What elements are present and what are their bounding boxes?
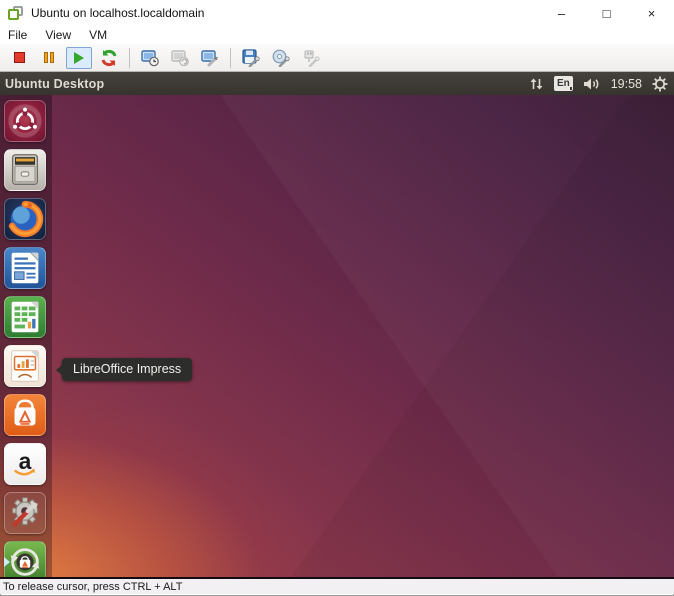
window-title: Ubuntu on localhost.localdomain [31,6,205,20]
launcher-item-software-updater[interactable] [4,541,46,577]
title-bar: Ubuntu on localhost.localdomain – □ × [0,0,674,26]
manage-snapshots-icon [201,49,218,66]
libreoffice-impress-icon [4,345,46,387]
vm-toolbar [0,44,674,72]
take-snapshot-button[interactable] [137,47,163,69]
take-snapshot-icon [141,49,159,66]
close-button[interactable]: × [629,0,674,26]
libreoffice-writer-icon [4,247,46,289]
unity-top-panel: Ubuntu Desktop En 19:58 [0,72,674,95]
power-off-button[interactable] [6,47,32,69]
software-updater-icon [4,541,46,577]
floppy-device-icon [242,48,260,67]
wallpaper-facet [0,95,674,577]
tooltip-text: LibreOffice Impress [73,362,182,376]
menu-bar: File View VM [0,26,674,44]
suspend-button[interactable] [36,47,62,69]
floppy-device-button[interactable] [238,47,264,69]
desktop-title: Ubuntu Desktop [5,76,105,91]
cd-device-icon [272,49,290,67]
revert-snapshot-button [167,47,193,69]
launcher-item-software-center[interactable] [4,394,46,436]
software-center-icon [4,394,46,436]
files-icon [4,149,46,191]
launcher-item-libreoffice-writer[interactable] [4,247,46,289]
suspend-icon [44,52,54,63]
launcher-item-files[interactable] [4,149,46,191]
launcher-item-amazon[interactable]: a [4,443,46,485]
reset-button[interactable] [96,47,122,69]
libreoffice-calc-icon [4,296,46,338]
session-gear-icon[interactable] [652,76,668,92]
running-indicator-arrow [4,557,10,567]
power-off-icon [13,52,25,63]
menu-vm[interactable]: VM [89,28,107,42]
unity-launcher: a [0,95,52,577]
revert-snapshot-icon [171,49,189,66]
clock[interactable]: 19:58 [611,77,642,91]
reset-icon [101,49,117,66]
status-bar: To release cursor, press CTRL + ALT [0,579,674,594]
usb-device-icon [304,49,320,67]
launcher-item-system-settings[interactable] [4,492,46,534]
manage-snapshots-button[interactable] [197,47,223,69]
launcher-tooltip: LibreOffice Impress [55,358,193,381]
minimize-button[interactable]: – [539,0,584,26]
vmware-app-icon [8,5,24,21]
cd-device-button[interactable] [268,47,294,69]
network-arrows-icon[interactable] [529,77,544,91]
menu-view[interactable]: View [45,28,71,42]
launcher-item-firefox[interactable] [4,198,46,240]
launcher-item-dash-home[interactable] [4,100,46,142]
usb-device-button [298,47,324,69]
ubuntu-dash-icon [4,100,46,142]
power-on-icon [74,51,84,64]
launcher-item-libreoffice-impress[interactable] [4,345,46,387]
firefox-icon [4,198,46,240]
power-on-button[interactable] [66,46,92,69]
status-message: To release cursor, press CTRL + ALT [3,580,183,593]
vmware-window: Ubuntu on localhost.localdomain – □ × Fi… [0,0,674,596]
maximize-button[interactable]: □ [584,0,629,26]
svg-text:a: a [19,448,32,474]
menu-file[interactable]: File [8,28,27,42]
amazon-icon: a [4,443,46,485]
ubuntu-desktop[interactable]: a LibreOffice Impress [0,95,674,579]
volume-icon[interactable] [583,77,601,91]
launcher-item-libreoffice-calc[interactable] [4,296,46,338]
system-settings-icon [4,492,46,534]
keyboard-layout-indicator[interactable]: En [553,76,573,91]
